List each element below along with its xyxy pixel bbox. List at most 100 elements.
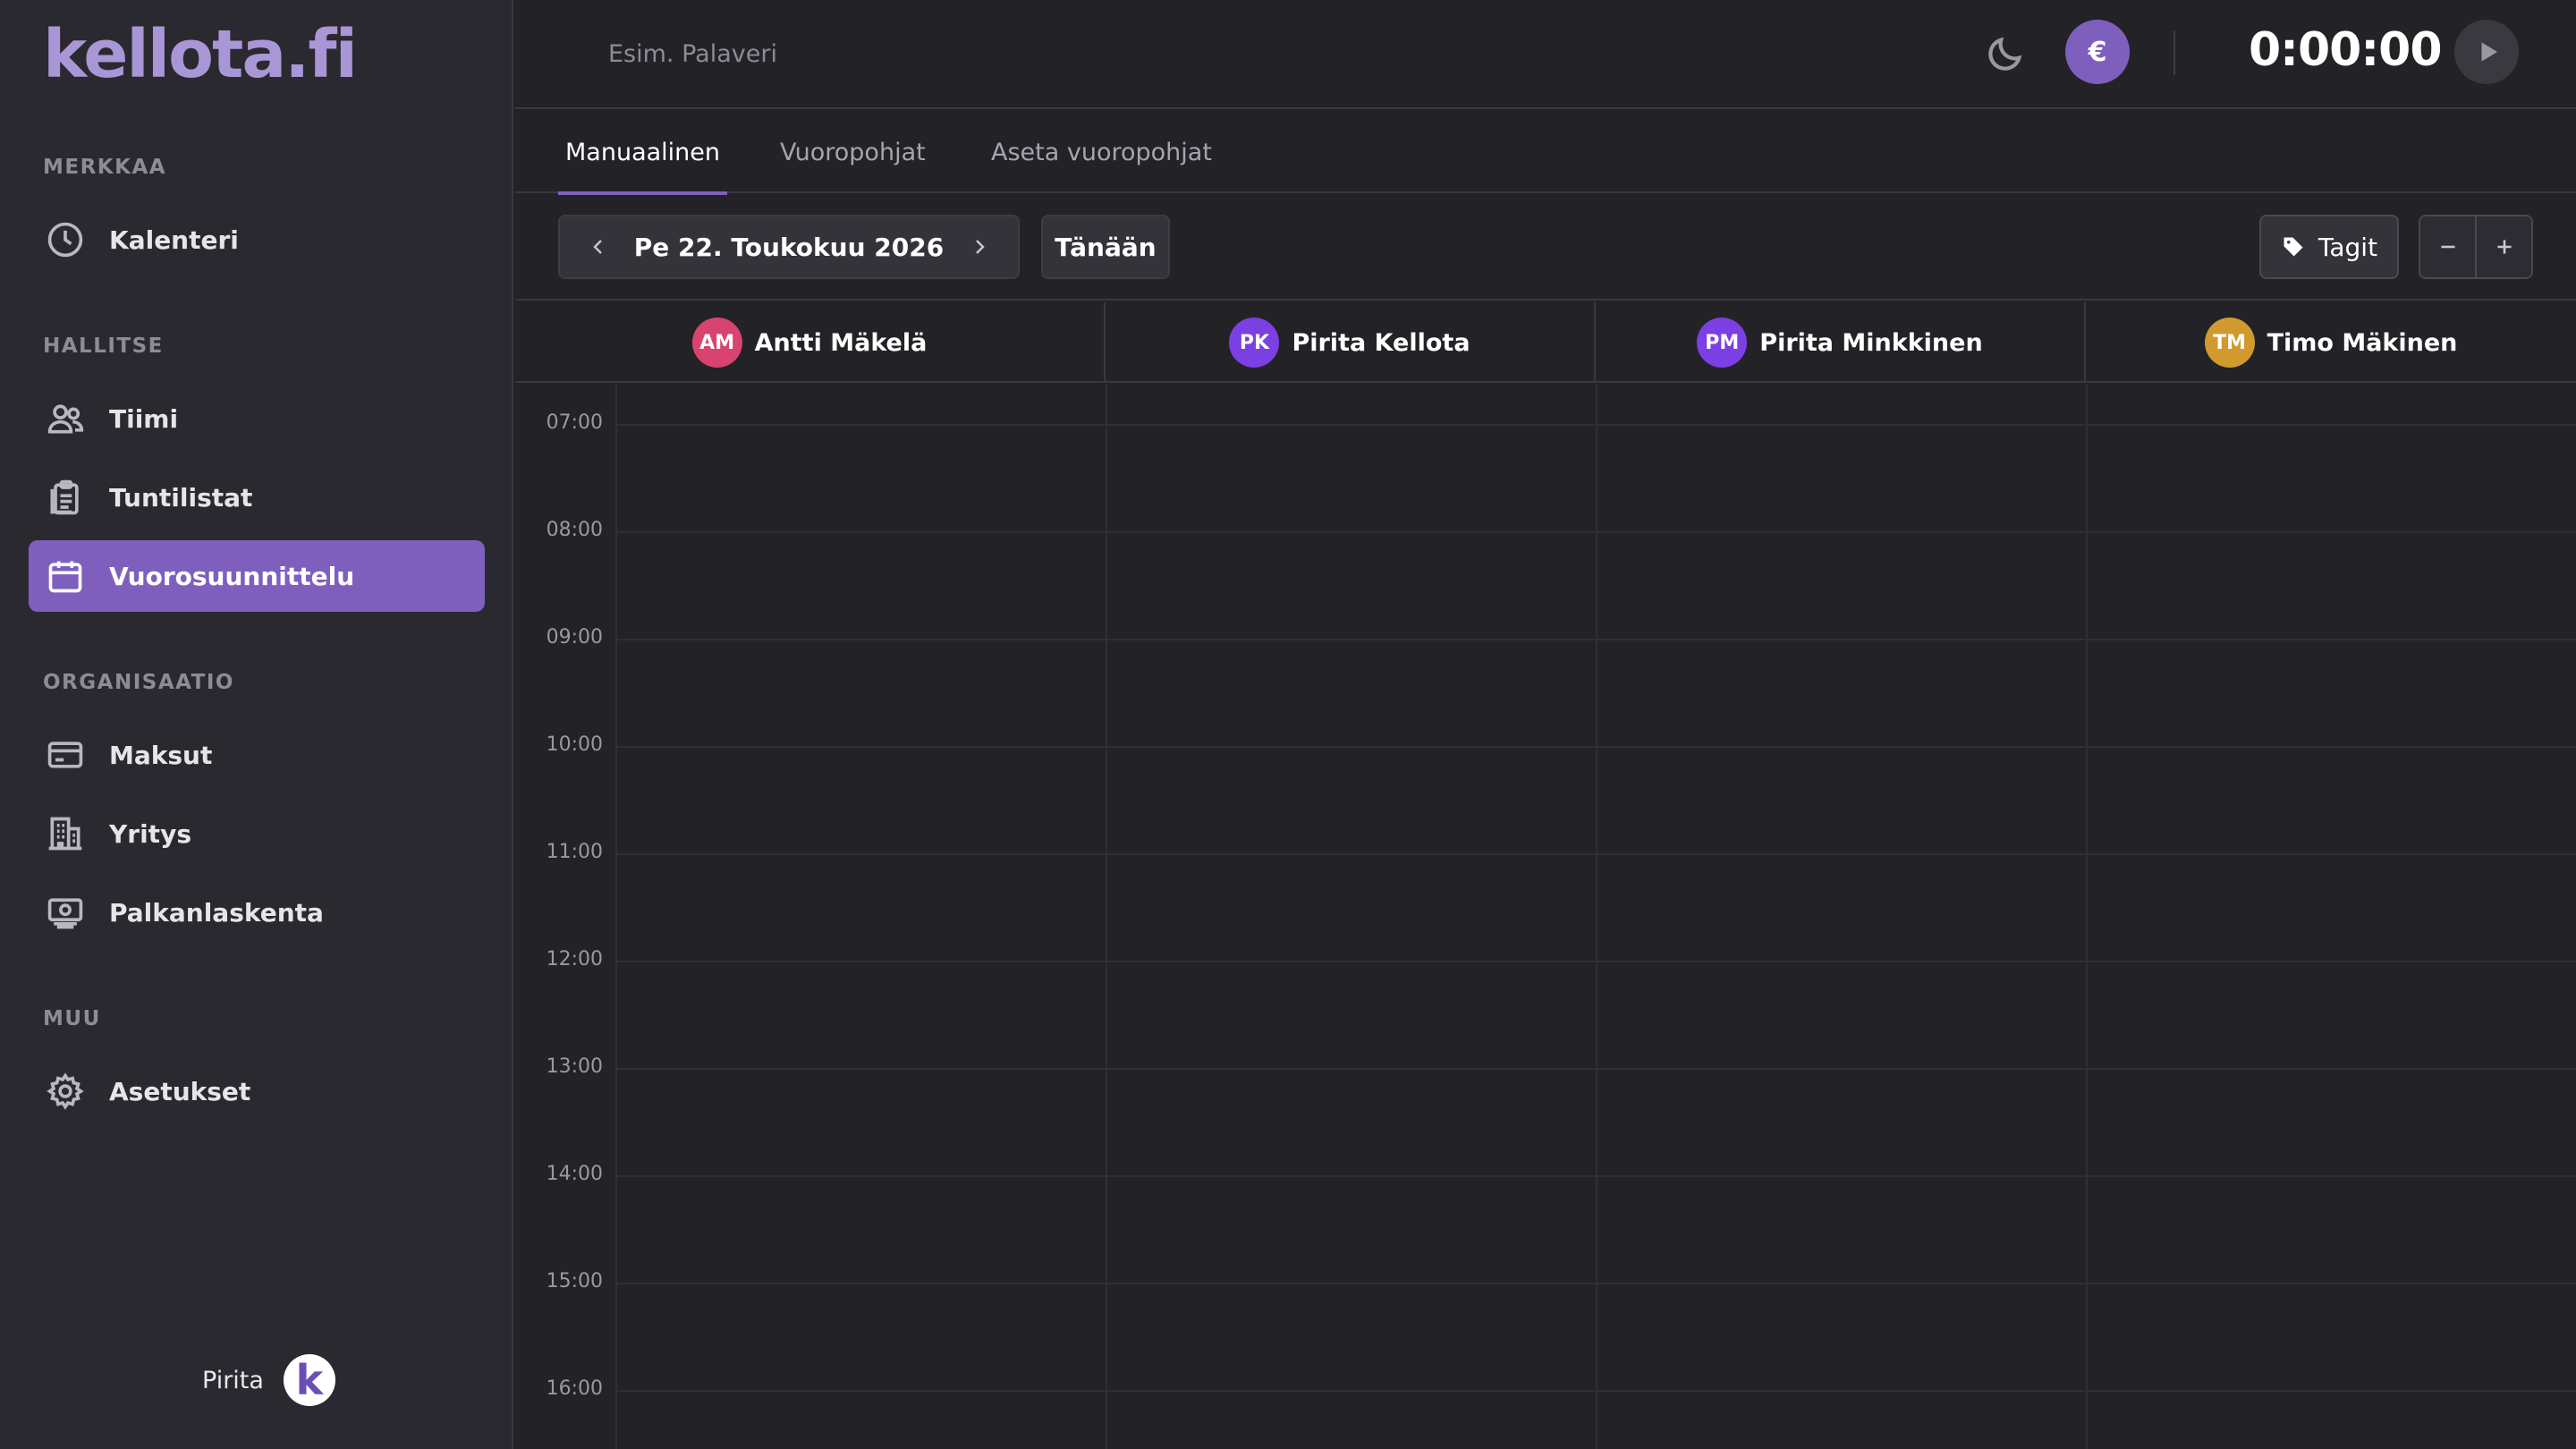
employee-name: Antti Mäkelä [754,328,928,357]
schedule-grid[interactable]: 07:00 08:00 09:00 10:00 11:00 12:00 13:0… [515,385,2576,1449]
sidebar-item-label: Asetukset [109,1076,251,1106]
tag-icon [2284,237,2303,257]
moon-icon [1988,37,2022,71]
employee-column-header[interactable]: AM Antti Mäkelä [515,302,1106,383]
users-icon [45,398,86,439]
sidebar-item-label: Maksut [109,740,213,770]
avatar: PK [1229,318,1280,368]
tags-button-label: Tagit [2318,232,2378,262]
employee-name: Pirita Kellota [1292,328,1470,357]
calendar-icon [45,555,86,597]
time-label: 11:00 [546,841,603,863]
sidebar: kellota.fi MERKKAA Kalenteri HALLITSE Ti… [0,0,513,1449]
date-navigator: Pe 22. Toukokuu 2026 [558,215,1020,279]
previous-day-button[interactable] [585,233,612,260]
user-profile[interactable]: Pirita k [202,1354,335,1406]
start-timer-button[interactable] [2454,20,2519,84]
hour-gridline [615,424,2576,426]
section-label-merkkaa: MERKKAA [43,156,167,179]
tags-button[interactable]: Tagit [2259,215,2399,279]
sidebar-item-label: Tiimi [109,403,179,434]
plus-icon [2496,240,2512,254]
task-description-input[interactable] [608,30,1413,77]
section-label-organisaatio: ORGANISAATIO [43,671,234,694]
employee-name: Timo Mäkinen [2267,328,2458,357]
clipboard-icon [45,477,86,518]
time-label: 10:00 [546,733,603,756]
tab-vuoropohjat[interactable]: Vuoropohjat [780,111,926,193]
calendar-toolbar: Pe 22. Toukokuu 2026 Tänään Tagit [515,193,2576,301]
current-date[interactable]: Pe 22. Toukokuu 2026 [634,233,944,262]
tab-aseta-vuoropohjat[interactable]: Aseta vuoropohjat [991,111,1212,193]
avatar: TM [2204,318,2255,368]
divider [2174,30,2175,75]
zoom-out-button[interactable] [2420,216,2477,277]
minus-icon [2440,245,2455,249]
gear-icon [45,1071,86,1112]
hour-gridline [615,1390,2576,1392]
time-label: 09:00 [546,626,603,648]
employee-column-header[interactable]: TM Timo Mäkinen [2086,302,2576,383]
time-label: 12:00 [546,948,603,970]
sidebar-item-tuntilistat[interactable]: Tuntilistat [29,462,485,533]
billable-toggle[interactable]: € [2065,20,2130,84]
sidebar-item-maksut[interactable]: Maksut [29,719,485,791]
sidebar-item-palkanlaskenta[interactable]: Palkanlaskenta [29,877,485,948]
calendar-header: AM Antti Mäkelä PK Pirita Kellota PM Pir… [515,302,2576,383]
section-label-hallitse: HALLITSE [43,335,164,358]
hour-gridline [615,1068,2576,1070]
avatar[interactable]: k [283,1354,335,1406]
chevron-right-icon [976,240,985,254]
employee-column-header[interactable]: PK Pirita Kellota [1106,302,1596,383]
time-label: 07:00 [546,411,603,434]
sidebar-item-label: Yritys [109,818,191,849]
zoom-controls [2419,215,2533,279]
hour-gridline [615,961,2576,962]
zoom-in-button[interactable] [2477,216,2531,277]
avatar: AM [691,318,742,368]
credit-card-icon [45,734,86,775]
avatar: PM [1697,318,1748,368]
hour-gridline [615,853,2576,855]
tab-manuaalinen[interactable]: Manuaalinen [558,111,727,195]
timer-display: 0:00:00 [2249,23,2442,77]
app-logo[interactable]: kellota.fi [43,16,358,93]
sidebar-item-kalenteri[interactable]: Kalenteri [29,204,485,275]
grid-column-divider [1596,385,1597,1449]
money-icon [45,892,86,933]
hour-gridline [615,1175,2576,1177]
hour-gridline [615,1283,2576,1284]
play-icon [2481,42,2497,62]
sidebar-item-label: Kalenteri [109,225,239,255]
top-bar: € 0:00:00 [515,0,2576,109]
hour-gridline [615,639,2576,640]
today-button[interactable]: Tänään [1041,215,1170,279]
hour-gridline [615,746,2576,748]
chevron-left-icon [593,240,602,254]
sidebar-item-label: Palkanlaskenta [109,897,324,928]
clock-icon [45,219,86,260]
time-label: 14:00 [546,1163,603,1185]
view-tabs: Manuaalinen Vuoropohjat Aseta vuoropohja… [515,111,2576,195]
grid-column-divider [615,385,617,1449]
sidebar-item-asetukset[interactable]: Asetukset [29,1055,485,1127]
employee-name: Pirita Minkkinen [1759,328,1983,357]
next-day-button[interactable] [966,233,993,260]
time-label: 15:00 [546,1270,603,1292]
sidebar-item-yritys[interactable]: Yritys [29,798,485,869]
grid-column-divider [2086,385,2088,1449]
grid-column-divider [1106,385,1107,1449]
hour-gridline [615,531,2576,533]
sidebar-item-label: Vuorosuunnittelu [109,561,355,591]
employee-column-header[interactable]: PM Pirita Minkkinen [1596,302,2086,383]
dark-mode-toggle[interactable] [1980,29,2030,79]
sidebar-item-tiimi[interactable]: Tiimi [29,383,485,454]
user-name: Pirita [202,1366,264,1394]
time-label: 13:00 [546,1055,603,1078]
time-label: 16:00 [546,1377,603,1400]
sidebar-item-label: Tuntilistat [109,482,253,513]
building-icon [45,813,86,854]
section-label-muu: MUU [43,1007,101,1030]
time-label: 08:00 [546,519,603,541]
sidebar-item-vuorosuunnittelu[interactable]: Vuorosuunnittelu [29,540,485,612]
